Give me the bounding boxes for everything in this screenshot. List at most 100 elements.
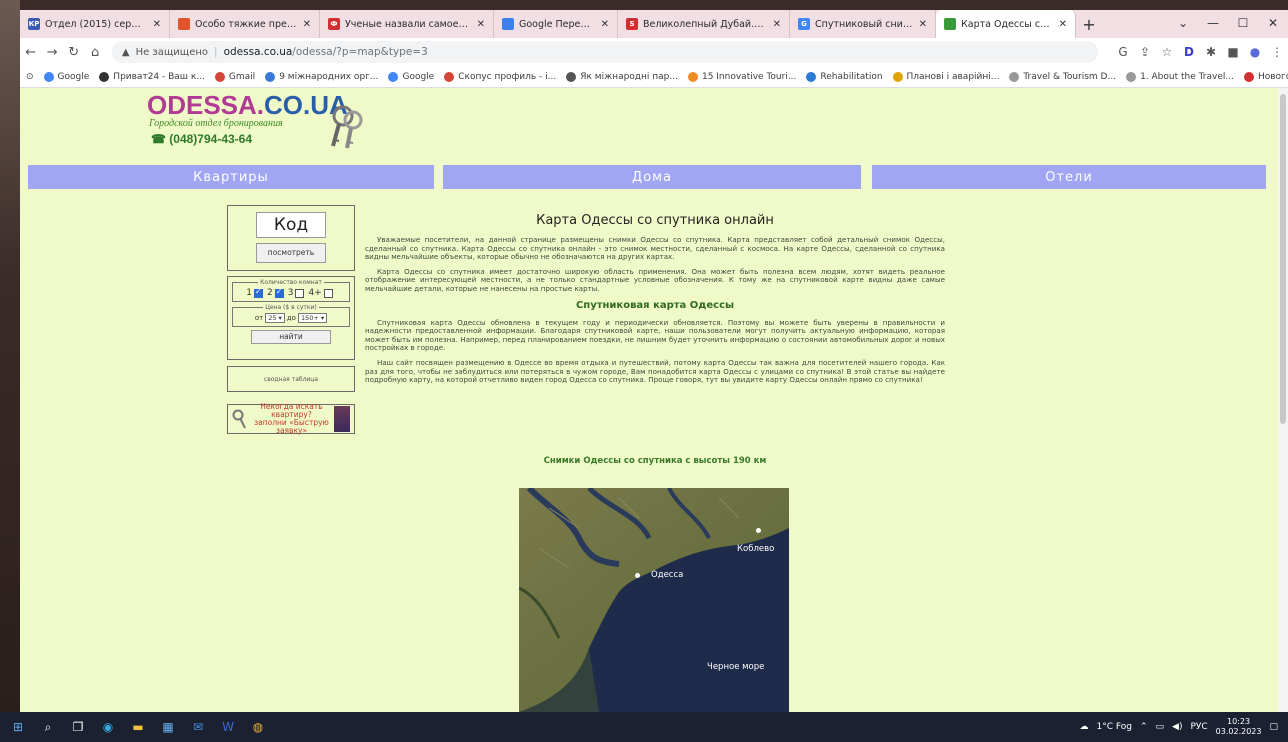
reload-icon[interactable]: ↻ — [63, 45, 84, 60]
bookmark-label: Як міжнародні пар... — [580, 71, 678, 82]
bookmark-item[interactable]: Google — [43, 71, 89, 82]
bookmark-item[interactable]: 1. About the Travel... — [1126, 71, 1234, 82]
browser-tab[interactable]: Особо тяжкие преступления ✕ — [170, 10, 320, 38]
price-to-select[interactable]: 150+ ▾ — [297, 313, 328, 323]
not-secure-icon[interactable]: ▲ — [122, 47, 130, 58]
tab-search-icon[interactable]: ⌄ — [1168, 10, 1198, 38]
nav-hotels[interactable]: Отели — [872, 165, 1266, 189]
minimize-button[interactable]: — — [1198, 10, 1228, 38]
store-icon[interactable]: ▦ — [156, 717, 180, 737]
apps-icon[interactable]: ⊙ — [26, 72, 34, 82]
notifications-icon[interactable]: ▢ — [1269, 722, 1278, 732]
tab-title: Особо тяжкие преступления — [195, 18, 297, 30]
tab-close-icon[interactable]: ✕ — [919, 19, 927, 30]
bookmark-star-icon[interactable]: ☆ — [1156, 45, 1178, 59]
bookmark-item[interactable]: Як міжнародні пар... — [566, 71, 678, 82]
price-legend: Цена ($ в сутки) — [265, 304, 317, 311]
chrome-icon[interactable]: ◍ — [246, 717, 270, 737]
find-button[interactable]: найти — [251, 330, 331, 344]
close-window-button[interactable]: ✕ — [1258, 10, 1288, 38]
google-lens-icon[interactable]: G — [1112, 45, 1134, 59]
side-panel-icon[interactable]: ■ — [1222, 45, 1244, 59]
odessa-marker — [635, 573, 640, 578]
profile-avatar[interactable]: ● — [1244, 45, 1266, 59]
word-icon[interactable]: W — [216, 717, 240, 737]
new-tab-button[interactable]: + — [1076, 10, 1102, 38]
rooms-2-checkbox[interactable] — [274, 287, 284, 298]
maximize-button[interactable]: ☐ — [1228, 10, 1258, 38]
bookmark-item[interactable]: 9 міжнародних орг... — [265, 71, 378, 82]
task-view-icon[interactable]: ❐ — [66, 717, 90, 737]
price-from-select[interactable]: 25 ▾ — [265, 313, 285, 323]
bookmark-favicon-icon — [444, 71, 455, 82]
browser-tab[interactable]: Ф Ученые назвали самое грязн ✕ — [320, 10, 494, 38]
forward-icon[interactable]: → — [41, 45, 62, 60]
bookmark-item[interactable]: Приват24 - Ваш к... — [99, 71, 205, 82]
bookmark-label: Travel & Tourism D... — [1023, 71, 1117, 82]
browser-tab[interactable]: КР Отдел (2015) сериал смотреть ✕ — [20, 10, 170, 38]
bookmark-item[interactable]: Скопус профиль - і... — [444, 71, 556, 82]
bookmark-label: Планові і аварійні... — [906, 71, 1000, 82]
address-bar[interactable]: ▲ Не защищено | odessa.co.ua /odessa/?p=… — [111, 41, 1098, 63]
black-sea-label: Черное море — [707, 662, 765, 672]
back-icon[interactable]: ← — [20, 45, 41, 60]
bookmark-item[interactable]: Gmail — [214, 71, 255, 82]
koblevo-label: Коблево — [737, 544, 775, 554]
share-icon[interactable]: ⇪ — [1134, 45, 1156, 59]
satellite-map-image[interactable]: Одесса Коблево Черное море — [519, 488, 789, 712]
weather-text[interactable]: 1°C Fog — [1097, 722, 1132, 732]
tab-close-icon[interactable]: ✕ — [773, 19, 781, 30]
tab-close-icon[interactable]: ✕ — [303, 19, 311, 30]
page-scrollbar[interactable] — [1278, 88, 1288, 712]
bookmark-item[interactable]: Rehabilitation — [806, 71, 883, 82]
clock[interactable]: 10:23 03.02.2023 — [1216, 717, 1262, 737]
tab-close-icon[interactable]: ✕ — [153, 19, 161, 30]
rooms-4plus-checkbox[interactable] — [323, 288, 333, 298]
mail-icon[interactable]: ✉ — [186, 717, 210, 737]
tab-close-icon[interactable]: ✕ — [1059, 19, 1067, 30]
browser-tab[interactable]: Карта Одессы со спутника. О ✕ — [936, 10, 1076, 38]
bookmark-favicon-icon — [892, 71, 903, 82]
scrollbar-thumb[interactable] — [1280, 94, 1286, 424]
rooms-1-checkbox[interactable] — [253, 287, 263, 298]
rooms-3-checkbox[interactable] — [295, 288, 305, 298]
volume-icon[interactable]: ◀) — [1172, 722, 1182, 732]
network-icon[interactable]: ▭ — [1156, 722, 1165, 732]
code-input[interactable]: Код — [256, 212, 326, 238]
site-logo[interactable]: ODESSA.CO.UA Городской отдел бронировани… — [147, 88, 397, 158]
url-separator: | — [214, 46, 218, 58]
desktop-edge — [0, 0, 20, 712]
menu-icon[interactable]: ⋮ — [1266, 45, 1288, 59]
browser-tab[interactable]: Google Переводчик ✕ — [494, 10, 618, 38]
bookmark-item[interactable]: Travel & Tourism D... — [1009, 71, 1117, 82]
file-explorer-icon[interactable]: ▬ — [126, 717, 150, 737]
weather-icon[interactable]: ☁ — [1080, 722, 1089, 732]
bookmark-item[interactable]: 15 Innovative Touri... — [687, 71, 796, 82]
search-icon[interactable]: ⌕ — [36, 717, 60, 737]
bookmark-item[interactable]: Google — [388, 71, 434, 82]
section-title: Спутниковая карта Одессы — [575, 299, 735, 311]
bookmark-item[interactable]: Планові і аварійні... — [892, 71, 1000, 82]
bookmark-label: 1. About the Travel... — [1140, 71, 1234, 82]
tab-favicon-icon — [178, 18, 190, 30]
home-icon[interactable]: ⌂ — [84, 45, 105, 60]
nav-apartments[interactable]: Квартиры — [28, 165, 434, 189]
bookmark-favicon-icon — [388, 71, 399, 82]
start-icon[interactable]: ⊞ — [6, 717, 30, 737]
browser-tab[interactable]: G Спутниковый снимок Одессы ✕ — [790, 10, 936, 38]
summary-table-link[interactable]: сводная таблица — [228, 367, 354, 392]
tab-close-icon[interactable]: ✕ — [477, 19, 485, 30]
tab-favicon-icon: Ф — [328, 18, 340, 30]
extension-icon[interactable]: D — [1178, 45, 1200, 59]
browser-tab[interactable]: S Великолепный Дубай. Пальм ✕ — [618, 10, 790, 38]
window-controls: ⌄ — ☐ ✕ — [1168, 10, 1288, 38]
bookmark-item[interactable]: Новогодняя ночь... — [1243, 71, 1288, 82]
quick-request-banner[interactable]: Некогда искать квартиру? заполни «Быстру… — [227, 403, 355, 435]
extensions-puzzle-icon[interactable]: ✱ — [1200, 45, 1222, 59]
tab-close-icon[interactable]: ✕ — [601, 19, 609, 30]
language-indicator[interactable]: РУС — [1190, 722, 1207, 732]
tray-chevron-icon[interactable]: ⌃ — [1140, 722, 1148, 732]
nav-houses[interactable]: Дома — [443, 165, 861, 189]
view-button[interactable]: посмотреть — [256, 243, 326, 263]
edge-icon[interactable]: ◉ — [96, 717, 120, 737]
